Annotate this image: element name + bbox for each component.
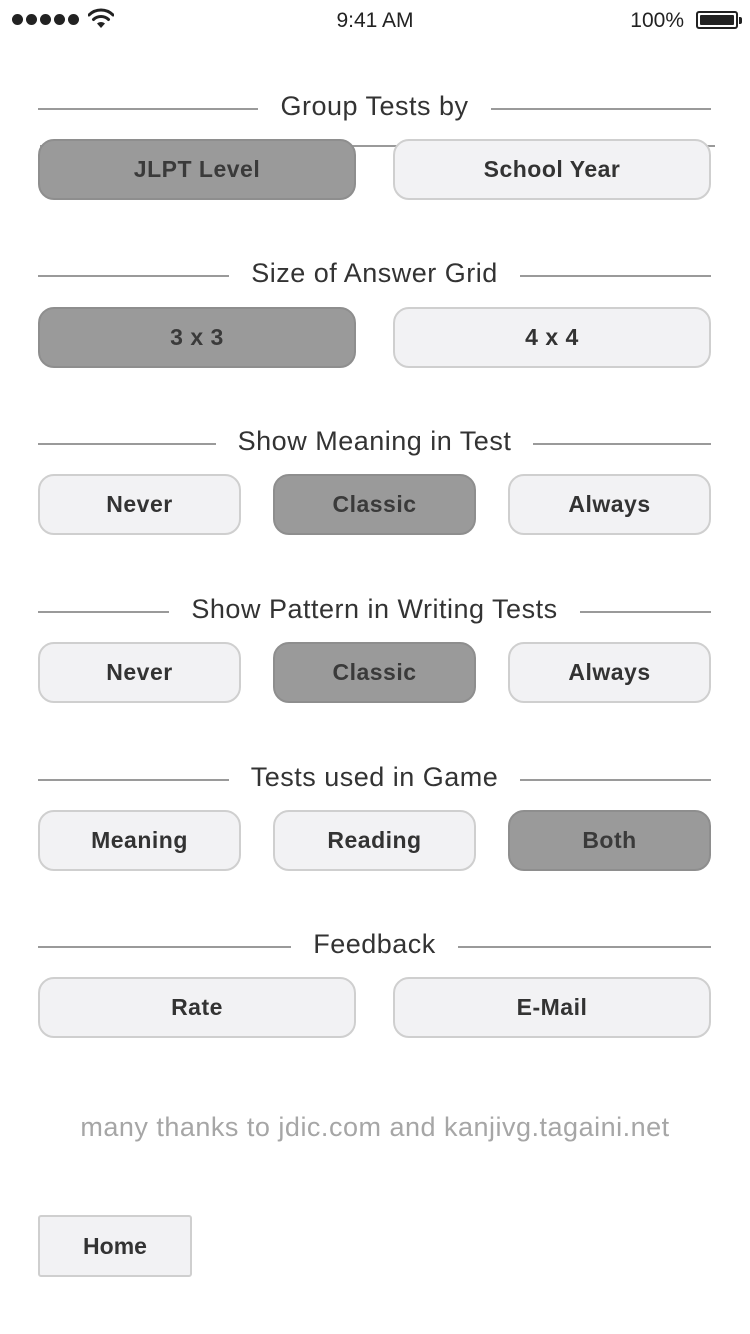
option-jlpt-level[interactable]: JLPT Level [38,139,356,200]
section-header-group-tests: Group Tests by [38,89,711,129]
section-title: Show Meaning in Test [215,426,534,456]
option-game-meaning[interactable]: Meaning [38,810,241,871]
option-school-year[interactable]: School Year [393,139,711,200]
email-button[interactable]: E-Mail [393,977,711,1038]
section-title: Size of Answer Grid [229,258,520,288]
section-header-tests-in-game: Tests used in Game [38,760,711,800]
option-meaning-never[interactable]: Never [38,474,241,535]
credits-text: many thanks to jdic.com and kanjivg.taga… [80,1112,670,1142]
status-bar: 9:41 AM 100% [0,0,750,40]
option-meaning-classic[interactable]: Classic [273,474,476,535]
option-grid-4x4[interactable]: 4 x 4 [393,307,711,368]
option-pattern-never[interactable]: Never [38,642,241,703]
option-meaning-always[interactable]: Always [508,474,711,535]
section-title: Show Pattern in Writing Tests [169,594,580,624]
option-grid-3x3[interactable]: 3 x 3 [38,307,356,368]
section-header-show-pattern: Show Pattern in Writing Tests [38,592,711,632]
option-pattern-classic[interactable]: Classic [273,642,476,703]
option-pattern-always[interactable]: Always [508,642,711,703]
section-header-show-meaning: Show Meaning in Test [38,424,711,464]
section-header-answer-grid: Size of Answer Grid [38,256,711,296]
option-game-reading[interactable]: Reading [273,810,476,871]
battery-icon [696,11,742,29]
home-button[interactable]: Home [38,1215,192,1277]
rate-button[interactable]: Rate [38,977,356,1038]
option-game-both[interactable]: Both [508,810,711,871]
section-title: Tests used in Game [228,762,521,792]
section-header-feedback: Feedback [38,927,711,967]
section-title: Feedback [291,929,458,959]
section-title: Group Tests by [258,91,491,121]
battery-percentage: 100% [630,9,684,32]
